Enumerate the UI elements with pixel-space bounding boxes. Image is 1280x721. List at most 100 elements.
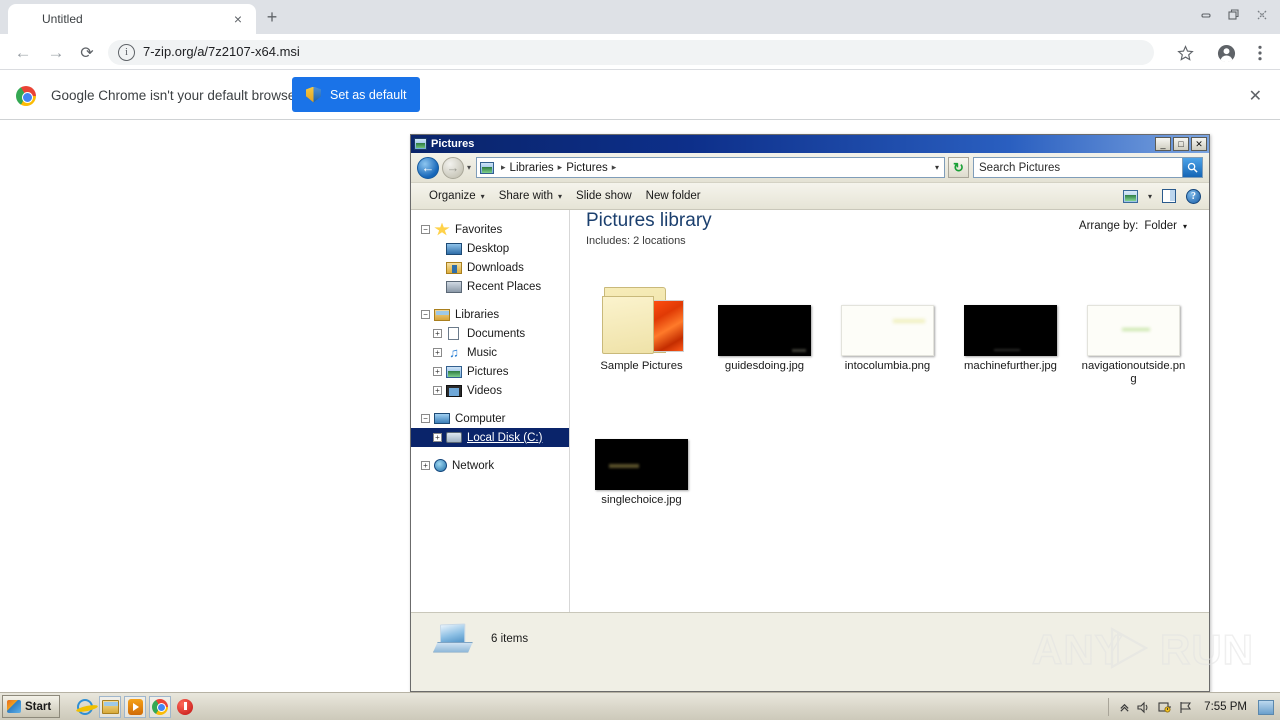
shutdown-icon[interactable]: [174, 696, 196, 718]
sidebar-item-label: Recent Places: [467, 281, 541, 293]
breadcrumb-libraries[interactable]: Libraries: [510, 162, 554, 174]
new-tab-button[interactable]: +: [258, 7, 286, 29]
set-as-default-button[interactable]: Set as default: [292, 77, 420, 112]
minimize-icon[interactable]: [1192, 2, 1220, 28]
explorer-maximize-button[interactable]: □: [1173, 137, 1189, 151]
windows-media-player-icon[interactable]: [124, 696, 146, 718]
expander-icon[interactable]: +: [433, 433, 442, 442]
restore-icon[interactable]: [1220, 2, 1248, 28]
show-desktop-button[interactable]: [1258, 700, 1274, 715]
computer-icon: [434, 413, 450, 424]
thumbnail: [949, 266, 1072, 356]
sidebar-item-videos[interactable]: + Videos: [411, 381, 569, 400]
refresh-button[interactable]: ↻: [948, 157, 969, 178]
browser-tab[interactable]: Untitled ×: [8, 4, 256, 34]
sidebar-item-libraries[interactable]: − Libraries: [411, 305, 569, 324]
expander-icon[interactable]: +: [433, 329, 442, 338]
flag-icon[interactable]: [1179, 701, 1193, 714]
sidebar-item-music[interactable]: + ♫ Music: [411, 343, 569, 362]
start-button[interactable]: Start: [2, 695, 60, 718]
expander-icon[interactable]: +: [433, 386, 442, 395]
explorer-close-button[interactable]: ✕: [1191, 137, 1207, 151]
file-item-guidesdoing[interactable]: guidesdoing.jpg: [703, 266, 826, 386]
reload-button[interactable]: ⟳: [76, 42, 98, 64]
google-chrome-icon[interactable]: [149, 696, 171, 718]
pictures-icon: [446, 366, 462, 378]
breadcrumb-pictures[interactable]: Pictures: [566, 162, 608, 174]
search-box[interactable]: Search Pictures: [973, 157, 1203, 178]
tab-close-icon[interactable]: ×: [230, 11, 246, 27]
sidebar-item-label: Local Disk (C:): [467, 432, 542, 444]
clock[interactable]: 7:55 PM: [1204, 701, 1247, 713]
arrange-by-label: Arrange by:: [1079, 220, 1138, 232]
network-icon: [434, 459, 447, 472]
sidebar-item-recent-places[interactable]: Recent Places: [411, 277, 569, 296]
site-info-icon[interactable]: i: [118, 44, 135, 61]
browser-menu-icon[interactable]: [1249, 42, 1271, 64]
expander-icon[interactable]: +: [421, 461, 430, 470]
expander-icon[interactable]: −: [421, 225, 430, 234]
sidebar-item-network[interactable]: + Network: [411, 456, 569, 475]
action-center-icon[interactable]: [1158, 701, 1172, 714]
breadcrumb-dropdown-icon[interactable]: ▾: [935, 163, 939, 172]
bookmark-star-icon[interactable]: [1174, 42, 1196, 64]
explorer-back-button[interactable]: ←: [417, 157, 439, 179]
expander-icon[interactable]: −: [421, 310, 430, 319]
slide-show-button[interactable]: Slide show: [569, 187, 639, 205]
sidebar-item-pictures[interactable]: + Pictures: [411, 362, 569, 381]
expander-icon: [433, 263, 442, 272]
file-item-singlechoice[interactable]: singlechoice.jpg: [580, 400, 703, 507]
windows-explorer-window: Pictures _ □ ✕ ← → ▾ ▸ Libraries ▸ Pictu…: [410, 134, 1210, 692]
expander-icon[interactable]: +: [433, 367, 442, 376]
expander-icon[interactable]: +: [433, 348, 442, 357]
windows-explorer-icon[interactable]: [99, 696, 121, 718]
explorer-title-bar[interactable]: Pictures _ □ ✕: [411, 135, 1209, 153]
computer-status-icon: [433, 622, 473, 656]
change-view-caret-icon[interactable]: ▾: [1148, 192, 1152, 201]
file-name: navigationoutside.png: [1080, 360, 1188, 386]
forward-button[interactable]: →: [45, 42, 67, 64]
close-icon[interactable]: [1248, 2, 1276, 28]
share-with-menu[interactable]: Share with ▾: [492, 187, 569, 205]
help-icon[interactable]: ?: [1186, 189, 1201, 204]
libraries-icon: [434, 309, 450, 321]
explorer-forward-button[interactable]: →: [442, 157, 464, 179]
expander-icon[interactable]: −: [421, 414, 430, 423]
file-item-intocolumbia[interactable]: intocolumbia.png: [826, 266, 949, 386]
organize-menu[interactable]: Organize ▾: [422, 187, 492, 205]
volume-icon[interactable]: [1137, 701, 1151, 714]
recent-pages-caret-icon[interactable]: ▾: [467, 163, 471, 172]
chrome-logo-icon: [16, 86, 36, 106]
sidebar-item-favorites[interactable]: − Favorites: [411, 220, 569, 239]
sidebar-item-desktop[interactable]: Desktop: [411, 239, 569, 258]
internet-explorer-icon[interactable]: [74, 696, 96, 718]
change-view-icon[interactable]: [1123, 190, 1138, 203]
preview-pane-icon[interactable]: [1162, 189, 1176, 203]
infobar-close-icon[interactable]: ✕: [1249, 86, 1262, 106]
file-item-navigationoutside[interactable]: navigationoutside.png: [1072, 266, 1195, 386]
start-label: Start: [25, 701, 51, 713]
search-icon[interactable]: [1182, 158, 1202, 177]
breadcrumb-bar[interactable]: ▸ Libraries ▸ Pictures ▸ ▾: [476, 157, 945, 178]
show-hidden-icons-icon[interactable]: [1119, 702, 1130, 713]
sidebar-item-downloads[interactable]: Downloads: [411, 258, 569, 277]
file-item-sample-pictures[interactable]: Sample Pictures: [580, 266, 703, 386]
sidebar-item-local-disk-c[interactable]: + Local Disk (C:): [411, 428, 569, 447]
includes-label: Includes:: [586, 235, 630, 247]
sidebar-item-documents[interactable]: + Documents: [411, 324, 569, 343]
explorer-body: − Favorites Desktop Downloads Recent Pla…: [411, 210, 1209, 612]
profile-avatar-icon[interactable]: [1215, 42, 1237, 64]
back-button[interactable]: ←: [12, 42, 34, 64]
search-placeholder: Search Pictures: [979, 162, 1060, 174]
explorer-minimize-button[interactable]: _: [1155, 137, 1171, 151]
desktop-icon: [446, 243, 462, 255]
chevron-down-icon: ▾: [1183, 222, 1187, 231]
address-bar[interactable]: i 7-zip.org/a/7z2107-x64.msi: [108, 40, 1154, 65]
new-folder-button[interactable]: New folder: [639, 187, 708, 205]
arrange-by-control[interactable]: Arrange by: Folder ▾: [1079, 220, 1187, 232]
expander-icon: [433, 282, 442, 291]
browser-toolbar: ← → ⟳ i 7-zip.org/a/7z2107-x64.msi: [0, 34, 1280, 70]
sidebar-item-computer[interactable]: − Computer: [411, 409, 569, 428]
file-item-machinefurther[interactable]: machinefurther.jpg: [949, 266, 1072, 386]
file-list-pane[interactable]: Pictures library Includes: 2 locations A…: [570, 210, 1209, 612]
